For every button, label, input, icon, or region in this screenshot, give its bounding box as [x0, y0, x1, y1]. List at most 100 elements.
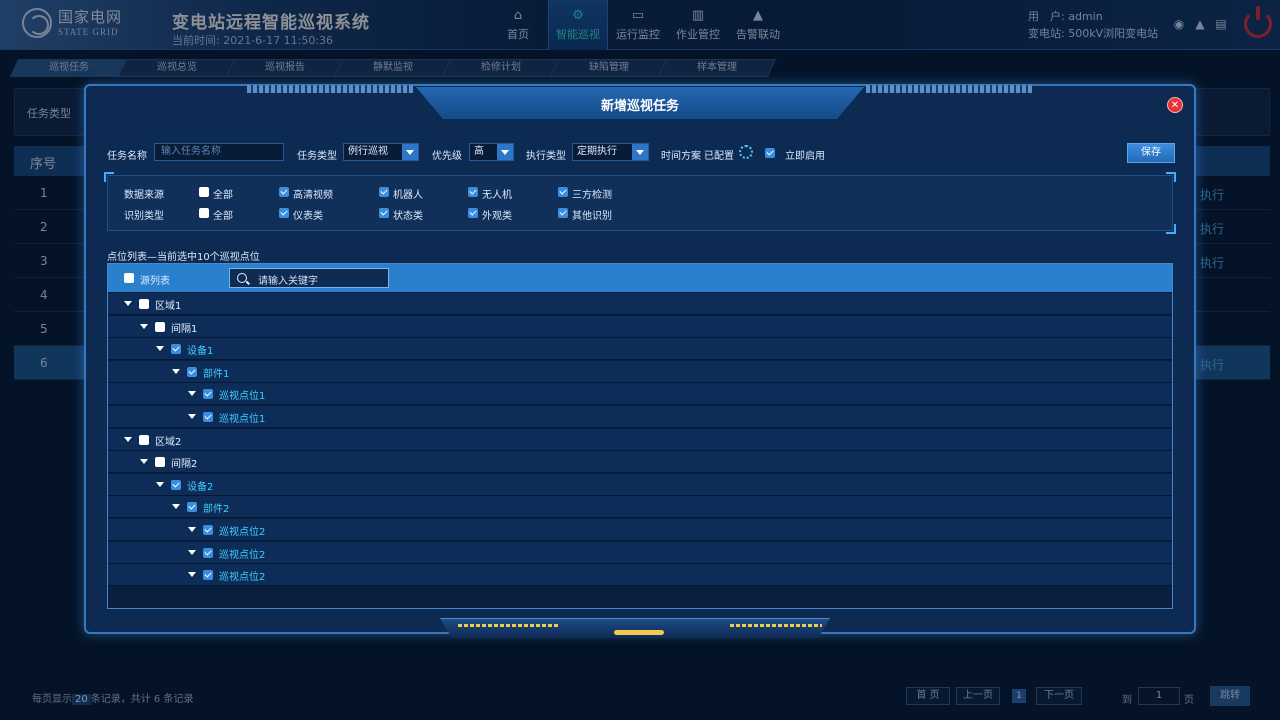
- chevron-down-icon[interactable]: [632, 144, 648, 160]
- source-list-label: 源列表: [140, 276, 170, 287]
- expand-caret-icon[interactable]: [140, 323, 148, 329]
- schedule-value: 已配置: [704, 151, 734, 162]
- schedule-config-icon[interactable]: [739, 145, 753, 159]
- corner-decoration: [1166, 172, 1176, 182]
- expand-caret-icon[interactable]: [124, 301, 132, 306]
- source-third-party-label: 三方检测: [572, 190, 612, 201]
- task-type-select[interactable]: 例行巡视: [343, 143, 419, 161]
- priority-value: 高: [474, 146, 484, 157]
- recog-other-label: 其他识别: [572, 211, 612, 222]
- tree-node[interactable]: 间隔2: [108, 451, 1172, 474]
- tree-node-checkbox[interactable]: [139, 434, 149, 445]
- exec-type-value: 定期执行: [577, 146, 617, 157]
- tree-node[interactable]: 间隔1: [108, 315, 1172, 338]
- tree-node-checkbox[interactable]: [187, 502, 197, 513]
- save-button[interactable]: 保存: [1127, 143, 1175, 163]
- title-decoration: [247, 85, 413, 93]
- schedule-label: 时间方案: [661, 151, 701, 162]
- tree-node-checkbox[interactable]: [203, 412, 213, 422]
- source-third-party-checkbox[interactable]: [558, 187, 568, 197]
- recog-state-label: 状态类: [393, 211, 423, 222]
- tree-node-checkbox[interactable]: [203, 525, 213, 535]
- tree-node[interactable]: 设备2: [108, 473, 1172, 496]
- exec-type-select[interactable]: 定期执行: [572, 143, 649, 161]
- source-all-checkbox[interactable]: [199, 187, 209, 197]
- keyword-search-input[interactable]: 请输入关键字: [229, 268, 389, 288]
- tree-node[interactable]: 巡视点位1: [108, 383, 1172, 406]
- tree-node-label: 区域2: [155, 436, 182, 448]
- expand-caret-icon[interactable]: [124, 436, 132, 442]
- enable-now-label: 立即启用: [785, 151, 825, 162]
- recog-meter-checkbox[interactable]: [279, 208, 289, 218]
- tree-node-label: 巡视点位1: [219, 414, 266, 425]
- point-tree: 源列表 请输入关键字 区域1 间隔1 设备1 部件1 巡视点位1 巡视点位1 区域2 间隔2 设…: [107, 263, 1173, 609]
- tree-node-checkbox[interactable]: [203, 547, 213, 558]
- close-icon[interactable]: ✕: [1167, 97, 1183, 113]
- chevron-down-icon[interactable]: [402, 144, 418, 160]
- expand-caret-icon[interactable]: [156, 481, 164, 487]
- tree-node-checkbox[interactable]: [171, 344, 181, 355]
- chevron-down-icon[interactable]: [497, 144, 513, 160]
- bottom-decoration-bar: [458, 624, 558, 627]
- tree-node-checkbox[interactable]: [187, 366, 197, 377]
- tree-node-checkbox[interactable]: [171, 479, 181, 490]
- expand-caret-icon[interactable]: [188, 527, 196, 532]
- tree-node[interactable]: 区域2: [108, 428, 1172, 451]
- tree-node-label: 区域1: [155, 301, 182, 312]
- tree-node[interactable]: 巡视点位1: [108, 406, 1172, 428]
- task-type-value: 例行巡视: [348, 146, 388, 157]
- expand-caret-icon[interactable]: [188, 391, 196, 397]
- expand-caret-icon[interactable]: [172, 504, 180, 510]
- expand-caret-icon[interactable]: [140, 459, 148, 465]
- task-type-label: 任务类型: [297, 151, 337, 162]
- recog-other-checkbox[interactable]: [558, 208, 568, 218]
- tree-node-checkbox[interactable]: [139, 299, 149, 309]
- corner-decoration: [1166, 224, 1176, 234]
- source-hd-video-label: 高清视频: [293, 190, 333, 201]
- recog-state-checkbox[interactable]: [379, 208, 389, 218]
- task-name-input[interactable]: 输入任务名称: [154, 143, 284, 161]
- tree-node[interactable]: 部件2: [108, 496, 1172, 519]
- tree-node-label: 设备1: [187, 346, 214, 358]
- bottom-decoration: [440, 618, 830, 638]
- tree-node-label: 巡视点位2: [219, 572, 266, 584]
- corner-decoration: [104, 172, 114, 182]
- source-robot-label: 机器人: [393, 190, 423, 201]
- recog-appearance-label: 外观类: [482, 211, 512, 222]
- recog-all-checkbox[interactable]: [199, 208, 209, 218]
- tree-node-checkbox[interactable]: [155, 321, 165, 332]
- tree-node-label: 巡视点位1: [219, 391, 266, 403]
- tree-node-label: 部件2: [203, 504, 230, 516]
- priority-label: 优先级: [432, 151, 462, 162]
- search-icon: [237, 273, 247, 283]
- expand-caret-icon[interactable]: [172, 368, 180, 374]
- source-hd-video-checkbox[interactable]: [279, 187, 289, 197]
- recog-meter-label: 仪表类: [293, 211, 323, 222]
- tree-node-label: 巡视点位2: [219, 549, 266, 561]
- expand-caret-icon[interactable]: [188, 414, 196, 419]
- tree-node-checkbox[interactable]: [155, 457, 165, 468]
- recog-all-label: 全部: [213, 211, 233, 222]
- tree-node-label: 设备2: [187, 481, 214, 493]
- source-robot-checkbox[interactable]: [379, 187, 389, 197]
- tree-node-label: 间隔1: [171, 323, 198, 335]
- expand-caret-icon[interactable]: [188, 572, 196, 578]
- recog-appearance-checkbox[interactable]: [468, 208, 478, 218]
- source-filter-box: [107, 175, 1173, 231]
- source-drone-checkbox[interactable]: [468, 187, 478, 197]
- tree-node[interactable]: 巡视点位2: [108, 541, 1172, 564]
- tree-node-checkbox[interactable]: [203, 389, 213, 400]
- enable-now-checkbox[interactable]: [765, 148, 775, 158]
- priority-select[interactable]: 高: [469, 143, 514, 161]
- tree-node[interactable]: 设备1: [108, 338, 1172, 361]
- expand-caret-icon[interactable]: [188, 549, 196, 555]
- source-list-checkbox[interactable]: [124, 273, 134, 283]
- title-decoration: [866, 85, 1032, 93]
- bottom-decoration-bar: [730, 624, 822, 627]
- tree-node[interactable]: 区域1: [108, 293, 1172, 315]
- tree-node[interactable]: 部件1: [108, 360, 1172, 383]
- tree-node-checkbox[interactable]: [203, 570, 213, 581]
- tree-node[interactable]: 巡视点位2: [108, 564, 1172, 587]
- tree-node[interactable]: 巡视点位2: [108, 519, 1172, 541]
- expand-caret-icon[interactable]: [156, 346, 164, 352]
